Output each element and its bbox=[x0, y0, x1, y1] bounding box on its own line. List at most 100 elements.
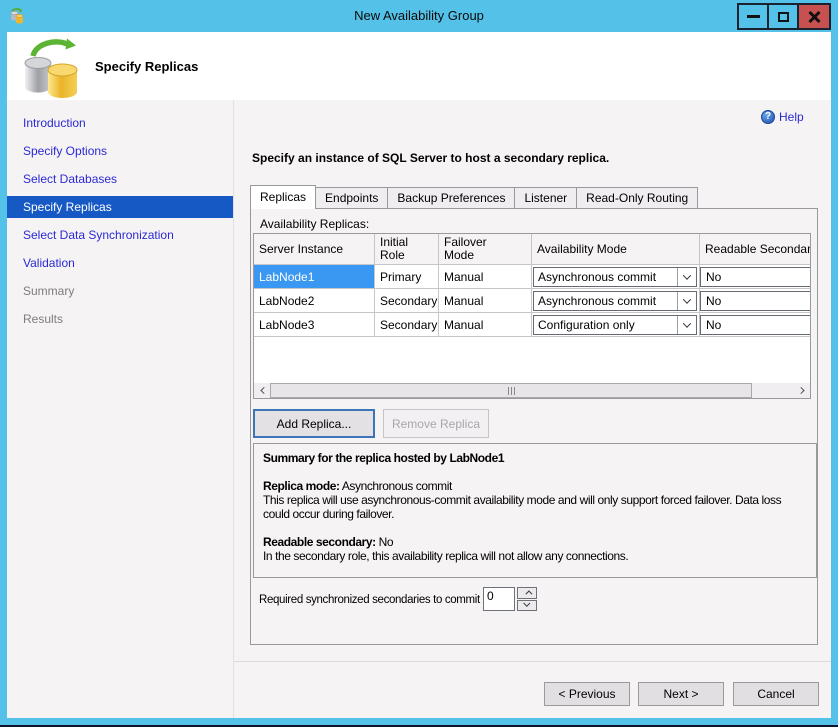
stepper-up-button[interactable] bbox=[517, 587, 537, 599]
availability-mode-dropdown[interactable]: Asynchronous commit bbox=[533, 267, 697, 287]
availability-mode-dropdown[interactable]: Asynchronous commit bbox=[533, 291, 697, 311]
page-title: Specify Replicas bbox=[95, 59, 198, 74]
step-select-databases[interactable]: Select Databases bbox=[7, 168, 233, 190]
cell-readable-secondary: No bbox=[700, 289, 811, 312]
dropdown-arrow-icon[interactable] bbox=[677, 316, 696, 334]
availability-replicas-label: Availability Replicas: bbox=[260, 217, 369, 231]
dropdown-arrow-icon[interactable] bbox=[677, 268, 696, 286]
wizard-content: ? Help Specify an instance of SQL Server… bbox=[234, 100, 831, 718]
next-button[interactable]: Next > bbox=[638, 682, 724, 706]
add-replica-button[interactable]: Add Replica... bbox=[253, 409, 375, 438]
window-title: New Availability Group bbox=[0, 0, 838, 32]
replica-row: LabNode3 Secondary Manual Configuration … bbox=[254, 313, 811, 337]
scroll-right-icon bbox=[797, 387, 804, 394]
tab-strip: Replicas Endpoints Backup Preferences Li… bbox=[250, 185, 698, 209]
step-validation[interactable]: Validation bbox=[7, 252, 233, 274]
maximize-button[interactable] bbox=[767, 3, 799, 30]
step-select-data-synchronization[interactable]: Select Data Synchronization bbox=[7, 224, 233, 246]
close-icon bbox=[808, 11, 821, 23]
replica-mode-description: This replica will use asynchronous-commi… bbox=[263, 493, 807, 521]
cell-initial-role[interactable]: Primary bbox=[375, 265, 439, 288]
minimize-icon bbox=[747, 15, 760, 18]
database-replica-icon bbox=[24, 36, 80, 98]
availability-mode-value: Configuration only bbox=[534, 318, 677, 332]
readable-secondary-dropdown[interactable]: No bbox=[700, 291, 811, 311]
instruction-text: Specify an instance of SQL Server to hos… bbox=[252, 151, 609, 165]
readable-secondary-value: No bbox=[706, 294, 721, 308]
minimize-button[interactable] bbox=[737, 3, 769, 30]
cell-availability-mode: Configuration only bbox=[532, 313, 700, 336]
readable-secondary-dropdown[interactable]: No bbox=[700, 315, 811, 335]
replica-row: LabNode2 Secondary Manual Asynchronous c… bbox=[254, 289, 811, 313]
column-header-availability-mode[interactable]: Availability Mode bbox=[532, 234, 700, 264]
wizard-window: New Availability Group bbox=[0, 0, 838, 727]
dropdown-arrow-icon[interactable] bbox=[677, 292, 696, 310]
help-label: Help bbox=[779, 110, 804, 124]
help-icon: ? bbox=[761, 110, 775, 124]
required-secondaries-label: Required synchronized secondaries to com… bbox=[259, 594, 480, 606]
availability-mode-dropdown[interactable]: Configuration only bbox=[533, 315, 697, 335]
availability-mode-value: Asynchronous commit bbox=[534, 294, 677, 308]
cell-failover-mode[interactable]: Manual bbox=[439, 289, 532, 312]
scrollbar-thumb[interactable] bbox=[270, 383, 752, 398]
replica-mode-line: Replica mode: Asynchronous commit bbox=[263, 479, 807, 493]
readable-secondary-value: No bbox=[706, 270, 721, 284]
readable-secondary-line: Readable secondary: No bbox=[263, 535, 807, 549]
column-header-initial-role[interactable]: Initial Role bbox=[375, 234, 439, 264]
column-header-server-instance[interactable]: Server Instance bbox=[254, 234, 375, 264]
footer-divider bbox=[234, 661, 831, 662]
step-specify-options[interactable]: Specify Options bbox=[7, 140, 233, 162]
readable-secondary-description: In the secondary role, this availability… bbox=[263, 549, 807, 563]
wizard-header: Specify Replicas bbox=[7, 32, 831, 100]
tab-endpoints[interactable]: Endpoints bbox=[316, 187, 388, 209]
replica-summary-panel: Summary for the replica hosted by LabNod… bbox=[253, 443, 817, 578]
scroll-right-button[interactable] bbox=[794, 383, 810, 398]
step-specify-replicas[interactable]: Specify Replicas bbox=[7, 196, 233, 218]
cell-server-instance[interactable]: LabNode2 bbox=[254, 289, 375, 312]
readable-secondary-dropdown[interactable]: No bbox=[700, 267, 811, 287]
cell-server-instance[interactable]: LabNode3 bbox=[254, 313, 375, 336]
cell-server-instance[interactable]: LabNode1 bbox=[254, 265, 375, 288]
tab-backup-preferences[interactable]: Backup Preferences bbox=[388, 187, 515, 209]
titlebar: New Availability Group bbox=[0, 0, 838, 32]
wizard-steps-sidebar: Introduction Specify Options Select Data… bbox=[7, 100, 233, 718]
chevron-down-icon bbox=[523, 600, 530, 607]
column-header-readable-secondary[interactable]: Readable Secondary bbox=[700, 234, 811, 264]
close-button[interactable] bbox=[797, 3, 831, 30]
required-secondaries-stepper bbox=[517, 587, 537, 611]
cell-failover-mode[interactable]: Manual bbox=[439, 265, 532, 288]
cell-initial-role[interactable]: Secondary bbox=[375, 313, 439, 336]
cell-readable-secondary: No bbox=[700, 265, 811, 288]
tab-listener[interactable]: Listener bbox=[515, 187, 577, 209]
summary-title: Summary for the replica hosted by LabNod… bbox=[263, 451, 807, 465]
horizontal-scrollbar[interactable] bbox=[254, 383, 810, 398]
replica-row: LabNode1 Primary Manual Asynchronous com… bbox=[254, 265, 811, 289]
chevron-up-icon bbox=[525, 591, 532, 598]
availability-mode-value: Asynchronous commit bbox=[534, 270, 677, 284]
help-link[interactable]: ? Help bbox=[761, 110, 804, 124]
scrollbar-track[interactable] bbox=[270, 383, 794, 398]
replicas-tab-panel: Availability Replicas: Server Instance I… bbox=[250, 208, 818, 645]
cell-availability-mode: Asynchronous commit bbox=[532, 265, 700, 288]
cell-readable-secondary: No bbox=[700, 313, 811, 336]
cell-initial-role[interactable]: Secondary bbox=[375, 289, 439, 312]
grid-header-row: Server Instance Initial Role Failover Mo… bbox=[254, 234, 811, 265]
readable-secondary-value: No bbox=[706, 318, 721, 332]
tab-read-only-routing[interactable]: Read-Only Routing bbox=[577, 187, 698, 209]
step-summary: Summary bbox=[7, 280, 233, 302]
step-introduction[interactable]: Introduction bbox=[7, 112, 233, 134]
cell-availability-mode: Asynchronous commit bbox=[532, 289, 700, 312]
step-results: Results bbox=[7, 308, 233, 330]
tab-replicas[interactable]: Replicas bbox=[250, 185, 316, 209]
cancel-button[interactable]: Cancel bbox=[733, 682, 819, 706]
previous-button[interactable]: < Previous bbox=[544, 682, 630, 706]
cell-failover-mode[interactable]: Manual bbox=[439, 313, 532, 336]
column-header-failover-mode[interactable]: Failover Mode bbox=[439, 234, 532, 264]
remove-replica-button[interactable]: Remove Replica bbox=[383, 409, 489, 438]
maximize-icon bbox=[778, 12, 789, 22]
stepper-down-button[interactable] bbox=[517, 600, 537, 612]
availability-replicas-grid: Server Instance Initial Role Failover Mo… bbox=[253, 233, 811, 399]
required-secondaries-input[interactable]: 0 bbox=[483, 587, 515, 611]
scroll-left-button[interactable] bbox=[254, 383, 270, 398]
scroll-left-icon bbox=[260, 387, 267, 394]
